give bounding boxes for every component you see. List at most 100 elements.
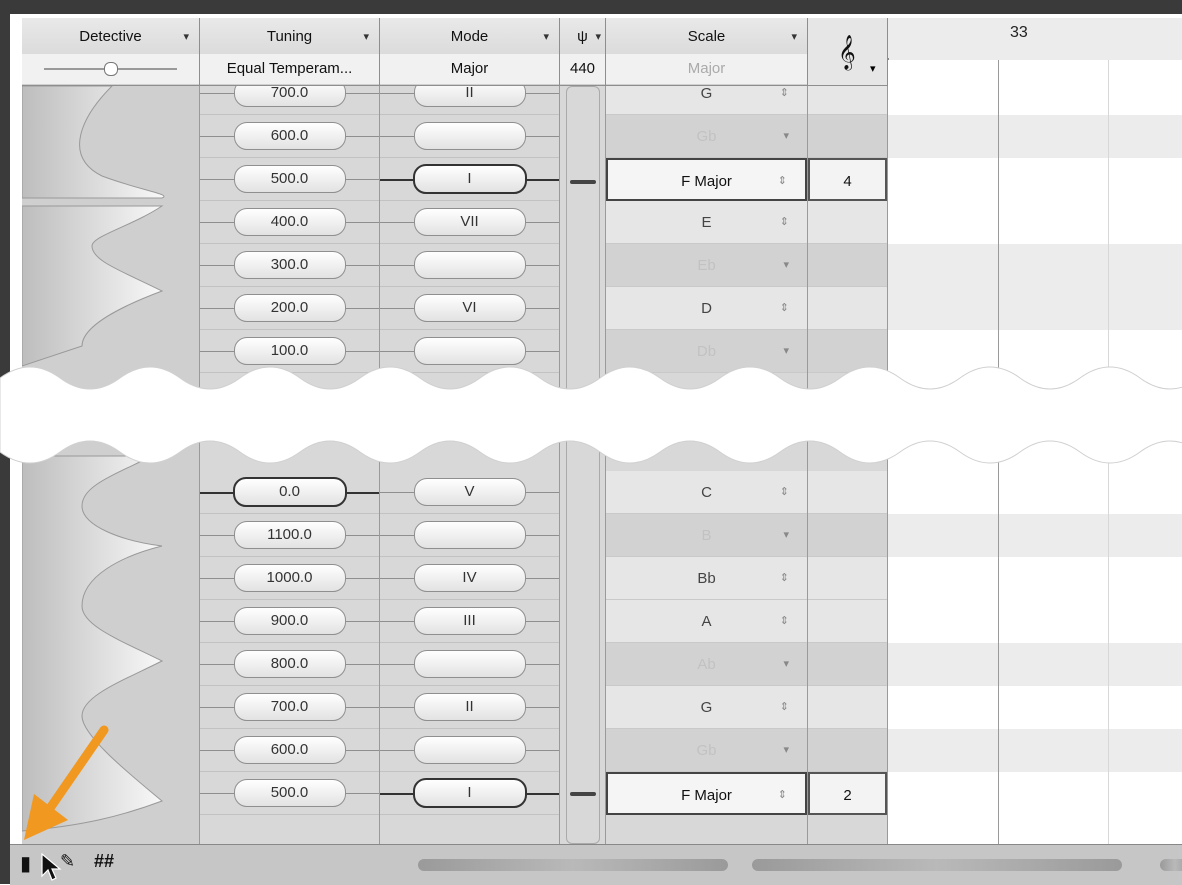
mode-pill[interactable]: II xyxy=(413,693,526,721)
list-item[interactable]: Ab ▾ xyxy=(606,643,807,686)
stepper-icon[interactable]: ⇕ xyxy=(780,86,789,115)
tuning-pill[interactable]: 400.0 xyxy=(233,208,346,236)
list-item[interactable]: Gb ▾ xyxy=(606,115,807,158)
mode-pill[interactable]: V xyxy=(413,478,526,506)
list-item[interactable]: IV xyxy=(380,557,559,600)
list-item[interactable]: 700.0 xyxy=(200,686,379,729)
tuning-pill[interactable]: 800.0 xyxy=(233,650,346,678)
list-item[interactable] xyxy=(380,115,559,158)
chevron-down-icon[interactable]: ▾ xyxy=(870,62,876,75)
list-item[interactable] xyxy=(808,115,887,158)
tuning-pill[interactable]: 300.0 xyxy=(233,251,346,279)
list-item[interactable] xyxy=(380,514,559,557)
chevron-down-icon[interactable]: ▾ xyxy=(783,729,789,772)
chevron-down-icon[interactable]: ▾ xyxy=(543,20,549,54)
list-item[interactable] xyxy=(380,643,559,686)
list-item[interactable] xyxy=(808,557,887,600)
list-item[interactable]: III xyxy=(380,600,559,643)
tuning-pill[interactable]: 600.0 xyxy=(233,122,346,150)
list-item[interactable]: 800.0 xyxy=(200,643,379,686)
list-item[interactable]: G ⇕ xyxy=(606,686,807,729)
list-item[interactable]: 0.0 xyxy=(200,471,379,514)
list-item[interactable]: B ▾ xyxy=(606,514,807,557)
timeline-ruler[interactable]: 33 xyxy=(888,18,1182,61)
list-item[interactable] xyxy=(808,244,887,287)
list-item[interactable]: C ⇕ xyxy=(606,471,807,514)
list-item[interactable]: 500.0 xyxy=(200,772,379,815)
tuning-pill[interactable]: 500.0 xyxy=(233,165,346,193)
list-item[interactable]: 200.0 xyxy=(200,287,379,330)
stepper-icon[interactable]: ⇕ xyxy=(780,201,789,244)
list-item[interactable] xyxy=(808,287,887,330)
list-item[interactable]: V xyxy=(380,471,559,514)
mode-pill[interactable]: III xyxy=(413,607,526,635)
list-item[interactable]: D ⇕ xyxy=(606,287,807,330)
list-item[interactable]: 600.0 xyxy=(200,115,379,158)
chevron-down-icon[interactable]: ▾ xyxy=(783,244,789,287)
list-item[interactable]: II xyxy=(380,686,559,729)
tuning-pill[interactable]: 0.0 xyxy=(232,477,347,507)
mode-pill[interactable]: IV xyxy=(413,564,526,592)
list-item[interactable] xyxy=(808,514,887,557)
scale-value[interactable]: Major xyxy=(606,54,807,84)
list-item[interactable]: 2 xyxy=(808,772,887,815)
mode-pill[interactable] xyxy=(413,736,526,764)
list-item[interactable]: Eb ▾ xyxy=(606,244,807,287)
mode-pill[interactable] xyxy=(413,650,526,678)
list-item[interactable] xyxy=(808,686,887,729)
mode-value[interactable]: Major xyxy=(380,54,559,84)
tuning-pill[interactable]: 500.0 xyxy=(233,779,346,807)
chevron-down-icon[interactable]: ▾ xyxy=(363,20,369,54)
stepper-icon[interactable]: ⇕ xyxy=(780,287,789,330)
list-item[interactable]: Bb ⇕ xyxy=(606,557,807,600)
stepper-icon[interactable]: ⇕ xyxy=(778,774,787,817)
mode-pill[interactable] xyxy=(413,251,526,279)
detective-slider[interactable] xyxy=(22,54,199,84)
mode-header[interactable]: Mode ▾ Major xyxy=(380,18,560,86)
mode-pill[interactable]: VII xyxy=(413,208,526,236)
tuning-pill[interactable]: 1000.0 xyxy=(233,564,346,592)
list-item[interactable]: 1000.0 xyxy=(200,557,379,600)
reference-pitch-header[interactable]: ψ ▾ 440 xyxy=(560,18,606,86)
tuning-pill[interactable]: 600.0 xyxy=(233,736,346,764)
stepper-icon[interactable]: ⇕ xyxy=(780,557,789,600)
scale-header[interactable]: Scale ▾ Major xyxy=(606,18,808,86)
list-item[interactable]: VI xyxy=(380,287,559,330)
list-item[interactable] xyxy=(808,729,887,772)
list-item[interactable] xyxy=(808,201,887,244)
list-item[interactable]: A ⇕ xyxy=(606,600,807,643)
tuning-pill[interactable]: 200.0 xyxy=(233,294,346,322)
list-item[interactable]: I xyxy=(380,158,559,201)
list-item[interactable]: F Major ⇕ xyxy=(606,772,807,815)
tuning-pill[interactable]: 1100.0 xyxy=(233,521,346,549)
list-item[interactable]: F Major ⇕ xyxy=(606,158,807,201)
chevron-down-icon[interactable]: ▾ xyxy=(595,20,601,54)
clef-header[interactable]: 𝄞 ▾ xyxy=(808,18,888,86)
list-item[interactable] xyxy=(808,86,887,115)
mode-pill[interactable] xyxy=(413,122,526,150)
chevron-down-icon[interactable]: ▾ xyxy=(783,514,789,557)
reference-pitch-value[interactable]: 440 xyxy=(560,54,605,84)
mode-pill[interactable]: I xyxy=(412,164,527,194)
list-item[interactable]: VII xyxy=(380,201,559,244)
list-item[interactable] xyxy=(808,643,887,686)
list-item[interactable]: I xyxy=(380,772,559,815)
list-item[interactable] xyxy=(380,729,559,772)
pointer-tool-icon[interactable]: ▮ xyxy=(20,851,31,876)
tuning-value[interactable]: Equal Temperam... xyxy=(200,54,379,84)
list-item[interactable]: 1100.0 xyxy=(200,514,379,557)
stepper-icon[interactable]: ⇕ xyxy=(780,686,789,729)
tuning-pill[interactable]: 700.0 xyxy=(233,693,346,721)
detective-header[interactable]: Detective ▾ xyxy=(22,18,200,86)
list-item[interactable]: 500.0 xyxy=(200,158,379,201)
list-item[interactable]: E ⇕ xyxy=(606,201,807,244)
list-item[interactable]: 400.0 xyxy=(200,201,379,244)
stepper-icon[interactable]: ⇕ xyxy=(780,471,789,514)
list-item[interactable]: 4 xyxy=(808,158,887,201)
list-item[interactable] xyxy=(808,600,887,643)
mode-pill[interactable] xyxy=(413,521,526,549)
list-item[interactable]: 700.0 xyxy=(200,86,379,115)
tuning-pill[interactable]: 700.0 xyxy=(233,86,346,107)
stepper-icon[interactable]: ⇕ xyxy=(780,600,789,643)
tuning-header[interactable]: Tuning ▾ Equal Temperam... xyxy=(200,18,380,86)
